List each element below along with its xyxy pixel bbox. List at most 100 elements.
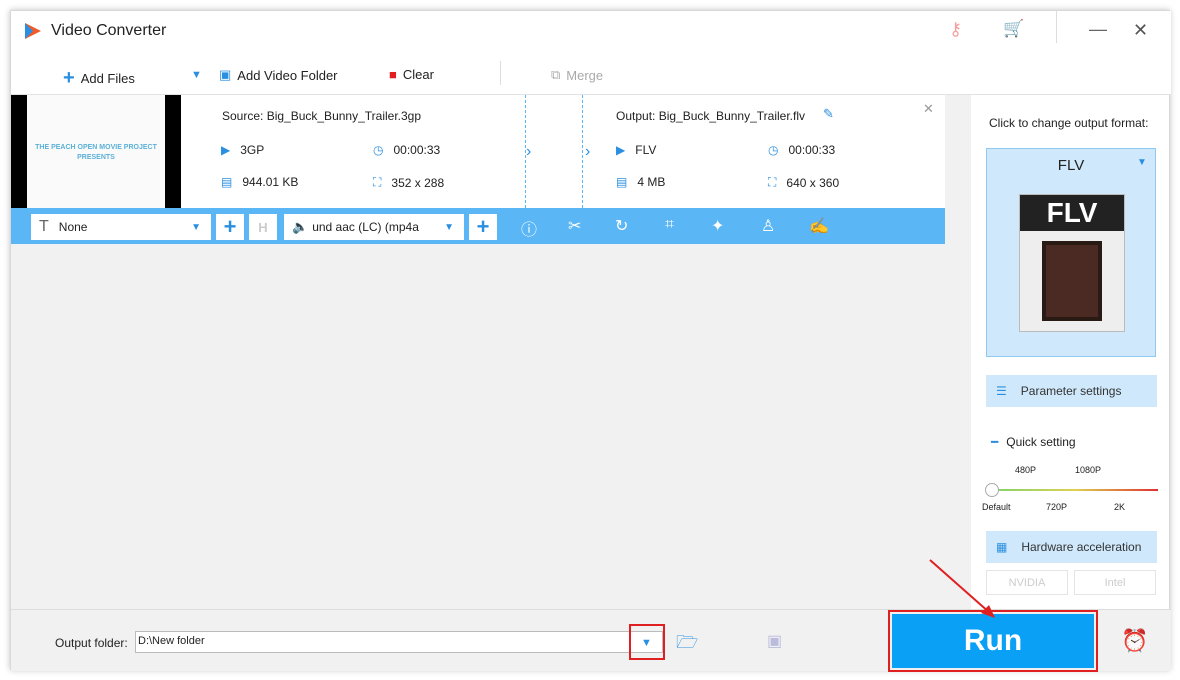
resolution-icon: ⛶ <box>373 175 382 189</box>
rotate-icon[interactable]: ↻ <box>615 216 628 236</box>
toolbar: + Add Files ▼ ▣ Add Video Folder ■ Clear ⧉ M… <box>11 53 1171 95</box>
watermark-stamp-icon[interactable]: ♙ <box>761 216 775 236</box>
output-size: 4 MB <box>637 175 666 189</box>
merge-label: Merge <box>566 67 604 83</box>
trash-icon: ■ <box>389 67 397 82</box>
edit-toolbar: T None ▼ + H 🔈 und aac (LC) (mp4a ▼ + ⓘ ✂ ↻ … <box>11 208 945 244</box>
hardware-acceleration-button[interactable]: ▦ Hardware acceleration <box>986 531 1157 563</box>
thumb-text: THE PEACH OPEN MOVIE PROJECT <box>35 144 157 151</box>
tick-720p: 720P <box>1046 502 1068 512</box>
tick-480p: 480P <box>1015 465 1037 475</box>
quick-label: Quick setting <box>1006 435 1076 449</box>
clock-icon: ◷ <box>768 143 779 157</box>
clock-icon: ◷ <box>373 143 384 157</box>
audio-select[interactable]: 🔈 und aac (LC) (mp4a ▼ <box>284 214 464 240</box>
subtitle-settings-button[interactable]: H <box>249 214 277 240</box>
output-folder-path: D:\New folder <box>138 635 205 647</box>
folder-dropdown-button[interactable]: ▼ <box>629 624 665 660</box>
output-folder-label: Output folder: <box>55 636 128 650</box>
thumbnail: THE PEACH OPEN MOVIE PROJECT PRESENTS <box>11 95 181 208</box>
arrow-right-icon: › <box>526 143 532 160</box>
source-size: 944.01 KB <box>242 175 299 189</box>
close-button[interactable]: ✕ <box>1133 20 1148 41</box>
alarm-clock-icon[interactable]: ⏰ <box>1121 628 1148 654</box>
add-video-folder-button[interactable]: ▣ Add Video Folder <box>219 67 338 83</box>
thumb-text: PRESENTS <box>77 154 115 161</box>
tick-default: Default <box>982 502 1011 512</box>
preview-video-icon[interactable]: ▣ <box>767 631 782 651</box>
subtitle-value: None <box>58 220 88 234</box>
flv-icon-label: FLV <box>1020 195 1124 231</box>
open-folder-icon[interactable]: 🗁 <box>676 630 698 660</box>
format-name: FLV <box>1057 157 1085 174</box>
minimize-button[interactable]: — <box>1089 19 1107 40</box>
key-icon[interactable]: ⚷ <box>949 19 962 40</box>
title-bar: Video Converter ⚷ 🛒 — ✕ <box>11 11 1171 53</box>
source-resolution: 352 x 288 <box>391 175 445 190</box>
resolution-icon: ⛶ <box>768 175 777 189</box>
arrow-right-icon: › <box>585 143 591 160</box>
output-resolution: 640 x 360 <box>786 175 840 190</box>
add-files-label: Add Files <box>80 71 135 86</box>
divider <box>500 61 501 85</box>
chevron-down-icon: ▼ <box>641 637 652 649</box>
file-item[interactable]: THE PEACH OPEN MOVIE PROJECT PRESENTS Sou… <box>11 95 945 208</box>
video-format-icon: ▶ <box>616 143 626 157</box>
source-format: 3GP <box>240 143 265 157</box>
divider <box>582 95 583 208</box>
format-hint: Click to change output format: <box>989 116 1149 130</box>
text-icon: T <box>39 218 49 235</box>
sliders-icon: ☰ <box>996 384 1007 398</box>
divider <box>1056 11 1057 43</box>
tick-1080p: 1080P <box>1075 465 1102 475</box>
edit-pencil-icon[interactable]: ✎ <box>823 106 834 122</box>
clear-button[interactable]: ■ Clear <box>389 67 434 82</box>
clear-label: Clear <box>402 67 434 82</box>
info-icon[interactable]: ⓘ <box>521 216 537 240</box>
quality-slider-track[interactable] <box>993 489 1158 491</box>
chevron-down-icon: ▼ <box>1137 157 1147 168</box>
cart-icon[interactable]: 🛒 <box>1003 19 1024 39</box>
app-logo-icon <box>25 23 41 39</box>
output-folder-input[interactable]: D:\New folder <box>135 631 663 653</box>
param-label: Parameter settings <box>1020 384 1122 398</box>
hw-label: Hardware acceleration <box>1021 540 1142 554</box>
scissors-icon[interactable]: ✂ <box>568 216 581 236</box>
source-duration: 00:00:33 <box>393 143 441 157</box>
effects-wand-icon[interactable]: ✦ <box>711 216 724 236</box>
slider-icon: ━ <box>991 435 999 449</box>
merge-icon: ⧉ <box>551 67 561 82</box>
output-format: FLV <box>635 143 657 157</box>
chevron-down-icon: ▼ <box>444 221 454 233</box>
output-format-selector[interactable]: FLV ▼ FLV <box>986 148 1156 357</box>
quality-slider-thumb[interactable] <box>985 483 999 497</box>
add-files-dropdown-icon[interactable]: ▼ <box>191 69 202 81</box>
parameter-settings-button[interactable]: ☰ Parameter settings <box>986 375 1157 407</box>
nvidia-label: NVIDIA <box>1008 576 1046 589</box>
crop-icon[interactable]: ⌗ <box>665 216 674 234</box>
chevron-down-icon: ▼ <box>191 221 201 233</box>
run-label: Run <box>963 624 1023 657</box>
add-files-button[interactable]: + Add Files <box>63 67 135 90</box>
remove-item-icon[interactable]: ✕ <box>923 101 934 117</box>
merge-button[interactable]: ⧉ Merge <box>551 67 603 83</box>
plus-icon: + <box>63 67 75 89</box>
flv-format-icon: FLV <box>1019 194 1125 332</box>
output-filename: Output: Big_Buck_Bunny_Trailer.flv <box>616 109 805 123</box>
speaker-icon: 🔈 <box>292 219 309 234</box>
add-folder-label: Add Video Folder <box>237 67 338 83</box>
output-duration: 00:00:33 <box>788 143 836 157</box>
add-audio-button[interactable]: + <box>469 214 497 240</box>
app-title: Video Converter <box>51 22 167 39</box>
metadata-edit-icon[interactable]: ✍ <box>809 216 829 236</box>
subtitle-select[interactable]: T None ▼ <box>31 214 211 240</box>
add-subtitle-button[interactable]: + <box>216 214 244 240</box>
file-icon: ▤ <box>221 175 233 189</box>
intel-button[interactable]: Intel <box>1074 570 1156 595</box>
format-panel: Click to change output format: FLV ▼ FLV… <box>971 95 1169 609</box>
video-format-icon: ▶ <box>221 143 231 157</box>
source-filename: Source: Big_Buck_Bunny_Trailer.3gp <box>222 109 422 123</box>
tick-2k: 2K <box>1114 502 1126 512</box>
quick-setting-header: ━ Quick setting <box>991 435 1076 449</box>
film-folder-icon: ▣ <box>219 67 232 82</box>
